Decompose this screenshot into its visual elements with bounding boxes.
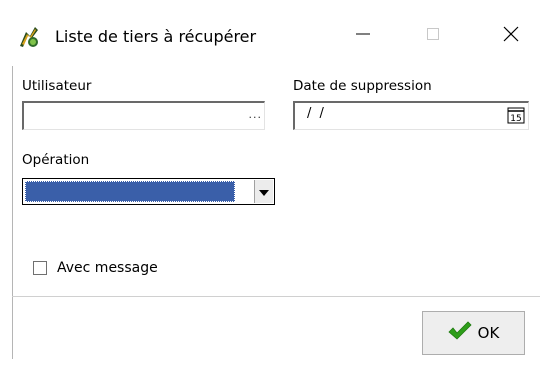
avec-message-label[interactable]: Avec message: [57, 260, 158, 276]
ok-label: OK: [477, 324, 500, 342]
operation-select[interactable]: [22, 178, 275, 205]
checkmark-icon: [448, 321, 472, 345]
app-logo-icon: [16, 24, 42, 50]
utilisateur-field[interactable]: ...: [22, 101, 265, 130]
operation-selected-value[interactable]: [25, 181, 235, 202]
calendar-day: 15: [510, 114, 521, 124]
dialog-window: Liste de tiers à récupérer Utilisateur .…: [0, 0, 544, 365]
browse-button[interactable]: ...: [249, 108, 263, 121]
close-icon: [503, 26, 519, 46]
window-title: Liste de tiers à récupérer: [55, 27, 257, 46]
minimize-button[interactable]: [340, 18, 386, 54]
ok-button[interactable]: OK: [422, 311, 525, 355]
avec-message-checkbox[interactable]: [33, 261, 47, 275]
title-bar[interactable]: Liste de tiers à récupérer: [0, 0, 544, 60]
date-suppression-value[interactable]: / /: [307, 106, 326, 121]
maximize-button[interactable]: [410, 18, 456, 54]
utilisateur-input[interactable]: [28, 105, 228, 127]
date-suppression-label: Date de suppression: [293, 78, 432, 94]
date-suppression-field[interactable]: / / 15: [293, 101, 529, 130]
utilisateur-label: Utilisateur: [22, 78, 92, 94]
operation-dropdown-button[interactable]: [254, 180, 273, 203]
dropdown-arrow-icon: [259, 184, 269, 200]
operation-label: Opération: [22, 152, 90, 168]
minimize-icon: [356, 27, 370, 45]
maximize-icon: [426, 27, 440, 45]
close-button[interactable]: [488, 18, 534, 54]
calendar-icon[interactable]: 15: [507, 106, 525, 124]
